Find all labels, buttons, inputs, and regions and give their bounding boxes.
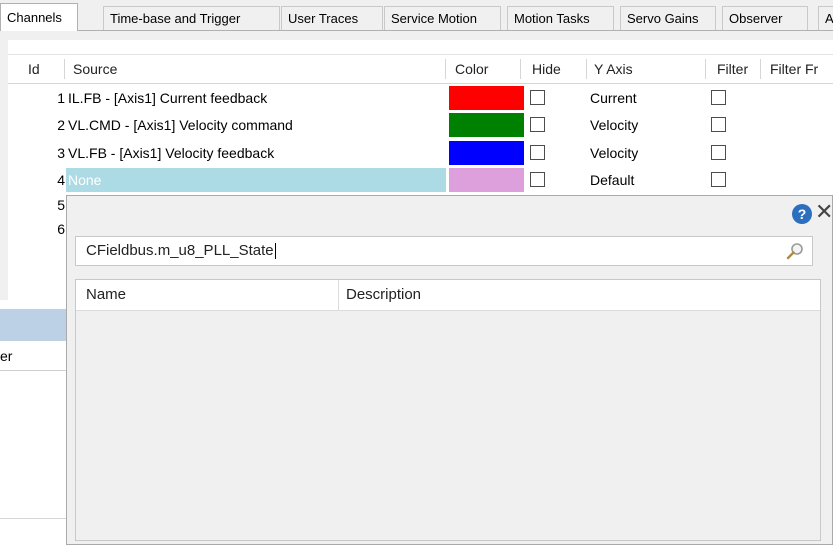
row-source[interactable]: IL.FB - [Axis1] Current feedback bbox=[66, 86, 446, 110]
header-separator bbox=[338, 280, 339, 310]
tab-divider bbox=[0, 30, 833, 31]
hide-checkbox[interactable] bbox=[530, 117, 545, 132]
tab-time-base-and-trigger[interactable]: Time-base and Trigger bbox=[103, 6, 280, 30]
filter-checkbox[interactable] bbox=[711, 145, 726, 160]
row-id: 4 bbox=[57, 172, 65, 188]
divider bbox=[0, 518, 66, 519]
row-source[interactable]: VL.FB - [Axis1] Velocity feedback bbox=[66, 141, 446, 165]
color-swatch[interactable] bbox=[449, 168, 524, 192]
text-caret bbox=[274, 243, 276, 260]
search-input-text[interactable]: CFieldbus.m_u8_PLL_State bbox=[86, 237, 276, 265]
color-swatch[interactable] bbox=[449, 141, 524, 165]
table-row-selected[interactable]: 4 None Default bbox=[8, 168, 833, 192]
tab-service-motion[interactable]: Service Motion bbox=[384, 6, 501, 30]
row-y-axis[interactable]: Current bbox=[590, 86, 700, 110]
tab-overflow[interactable]: A bbox=[818, 6, 833, 30]
header-filter[interactable]: Filter bbox=[711, 55, 748, 83]
tab-servo-gains[interactable]: Servo Gains bbox=[620, 6, 716, 30]
search-icon[interactable] bbox=[786, 242, 804, 260]
tab-channels[interactable]: Channels bbox=[0, 3, 78, 31]
tab-bar: Channels Time-base and Trigger User Trac… bbox=[0, 0, 833, 40]
header-color[interactable]: Color bbox=[449, 55, 488, 83]
hide-checkbox[interactable] bbox=[530, 145, 545, 160]
signal-picker-popup: ? ✕ CFieldbus.m_u8_PLL_State Name Descri… bbox=[66, 195, 833, 545]
row-y-axis[interactable]: Velocity bbox=[590, 141, 700, 165]
filter-checkbox[interactable] bbox=[711, 172, 726, 187]
hide-checkbox[interactable] bbox=[530, 90, 545, 105]
hide-checkbox[interactable] bbox=[530, 172, 545, 187]
header-id[interactable]: Id bbox=[22, 55, 40, 83]
header-separator bbox=[64, 59, 65, 79]
results-header: Name Description bbox=[76, 280, 820, 311]
row-id: 5 bbox=[57, 197, 65, 213]
row-id: 1 bbox=[57, 90, 65, 106]
row-id: 6 bbox=[57, 221, 65, 237]
row-id: 2 bbox=[57, 117, 65, 133]
table-row[interactable]: 1 IL.FB - [Axis1] Current feedback Curre… bbox=[8, 86, 833, 110]
filter-checkbox[interactable] bbox=[711, 90, 726, 105]
header-hide[interactable]: Hide bbox=[526, 55, 561, 83]
row-y-axis[interactable]: Velocity bbox=[590, 113, 700, 137]
header-filter-frequency[interactable]: Filter Fr bbox=[764, 55, 818, 83]
header-description[interactable]: Description bbox=[346, 280, 421, 310]
row-y-axis[interactable]: Default bbox=[590, 168, 700, 192]
left-panel-header bbox=[0, 309, 66, 341]
tab-user-traces[interactable]: User Traces bbox=[281, 6, 383, 30]
results-list[interactable]: Name Description bbox=[75, 279, 821, 541]
row-source[interactable]: None bbox=[66, 168, 446, 192]
header-source[interactable]: Source bbox=[67, 55, 117, 83]
grid-header: Id Source Color Hide Y Axis Filter Filte… bbox=[8, 54, 833, 84]
tab-motion-tasks[interactable]: Motion Tasks bbox=[507, 6, 614, 30]
row-id: 3 bbox=[57, 145, 65, 161]
header-separator bbox=[445, 59, 446, 79]
header-y-axis[interactable]: Y Axis bbox=[588, 55, 633, 83]
row-source[interactable]: VL.CMD - [Axis1] Velocity command bbox=[66, 113, 446, 137]
color-swatch[interactable] bbox=[449, 86, 524, 110]
left-panel-label: er bbox=[0, 348, 13, 364]
help-icon[interactable]: ? bbox=[792, 204, 812, 224]
header-separator bbox=[760, 59, 761, 79]
close-icon[interactable]: ✕ bbox=[815, 198, 833, 226]
tab-observer[interactable]: Observer bbox=[722, 6, 808, 30]
header-name[interactable]: Name bbox=[86, 280, 126, 310]
header-separator bbox=[586, 59, 587, 79]
divider bbox=[0, 370, 66, 371]
header-separator bbox=[520, 59, 521, 79]
search-input[interactable]: CFieldbus.m_u8_PLL_State bbox=[75, 236, 813, 266]
header-separator bbox=[705, 59, 706, 79]
color-swatch[interactable] bbox=[449, 113, 524, 137]
table-row[interactable]: 3 VL.FB - [Axis1] Velocity feedback Velo… bbox=[8, 141, 833, 165]
table-row[interactable]: 2 VL.CMD - [Axis1] Velocity command Velo… bbox=[8, 113, 833, 137]
filter-checkbox[interactable] bbox=[711, 117, 726, 132]
